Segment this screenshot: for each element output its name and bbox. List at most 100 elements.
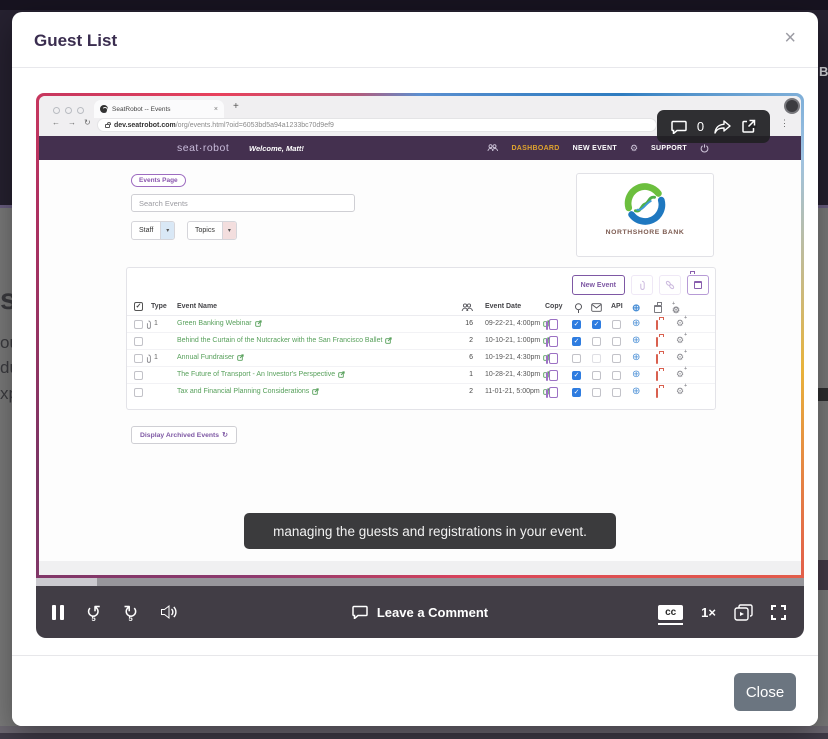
seatrobot-logo: seat·robot bbox=[177, 142, 229, 154]
staff-filter-dropdown: Staff ▾ bbox=[131, 221, 175, 240]
back-icon: ← bbox=[52, 118, 60, 127]
chevron-down-icon: ▾ bbox=[222, 222, 236, 239]
modal-header: Guest List × bbox=[12, 12, 818, 68]
guest-count: 2 bbox=[455, 337, 473, 344]
modal-title: Guest List bbox=[34, 31, 117, 51]
open-external-icon[interactable] bbox=[741, 119, 756, 134]
guest-count: 6 bbox=[455, 354, 473, 361]
reload-icon: ↻ bbox=[84, 118, 91, 127]
topics-filter-dropdown: Topics ▾ bbox=[187, 221, 237, 240]
col-api: API bbox=[611, 303, 623, 310]
address-bar: dev.seatrobot.com/org/events.html?oid=60… bbox=[97, 118, 657, 132]
leave-comment-button[interactable]: Leave a Comment bbox=[377, 605, 488, 620]
copy-icon bbox=[546, 338, 548, 347]
nav-new-event: NEW EVENT bbox=[573, 145, 617, 152]
publish-checkbox bbox=[572, 354, 581, 363]
backdrop-fragment-block bbox=[818, 560, 828, 590]
forward-icon: → bbox=[68, 118, 76, 127]
power-icon bbox=[700, 144, 709, 153]
pip-button[interactable] bbox=[734, 604, 753, 621]
trash-icon bbox=[656, 388, 658, 398]
event-date: 10-28-21, 4:30pm bbox=[485, 371, 550, 378]
row-checkbox bbox=[134, 388, 143, 397]
row-checkbox bbox=[134, 371, 143, 380]
video-caption: managing the guests and registrations in… bbox=[244, 513, 616, 549]
new-tab-icon: + bbox=[233, 101, 239, 112]
table-row: The Future of Transport - An Investor's … bbox=[127, 367, 715, 384]
fullscreen-button[interactable] bbox=[771, 605, 786, 620]
guest-count: 1 bbox=[455, 371, 473, 378]
close-button[interactable]: Close bbox=[734, 673, 796, 711]
tab-close-icon: × bbox=[214, 106, 218, 113]
publish-checkbox bbox=[572, 371, 581, 380]
event-date: 10-10-21, 1:00pm bbox=[485, 337, 550, 344]
table-row: 1 Green Banking Webinar 16 09-22-21, 4:0… bbox=[127, 316, 715, 333]
modal-close-icon[interactable]: × bbox=[784, 28, 796, 48]
northshore-bank-logo bbox=[622, 181, 668, 227]
api-checkbox bbox=[612, 354, 621, 363]
comment-bubble-icon[interactable] bbox=[671, 120, 687, 134]
paperclip-icon bbox=[145, 354, 152, 364]
video-control-bar: ↺5 ↻5 Leave a Comment cc 1× bbox=[36, 586, 804, 638]
display-archived-events-button: Display Archived Events ↻ bbox=[131, 426, 237, 444]
playback-speed-button[interactable]: 1× bbox=[701, 605, 716, 620]
chevron-down-icon: ▾ bbox=[160, 222, 174, 239]
video-social-overlay: 0 bbox=[657, 110, 770, 143]
video-seekbar[interactable] bbox=[36, 578, 804, 586]
backdrop-text-fragment: B bbox=[819, 64, 828, 79]
gear-plus-icon: ⚙+ bbox=[676, 352, 684, 362]
copy-icon bbox=[546, 389, 548, 398]
email-checkbox bbox=[592, 320, 601, 329]
video-gradient-frame: SeatRobot -- Events × + ← → ↻ dev.seatro… bbox=[36, 93, 804, 578]
row-checkbox bbox=[134, 320, 143, 329]
refresh-icon: ↻ bbox=[222, 431, 228, 439]
copy-icon bbox=[546, 372, 548, 381]
browser-menu-icon: ⋮ bbox=[780, 118, 789, 129]
seatrobot-favicon bbox=[100, 105, 108, 113]
new-event-button: New Event bbox=[572, 275, 625, 295]
lock-icon bbox=[105, 124, 110, 128]
table-row: Tax and Financial Planning Consideration… bbox=[127, 384, 715, 401]
event-name-link: Green Banking Webinar bbox=[177, 320, 262, 327]
api-checkbox bbox=[612, 320, 621, 329]
sponsor-name: NORTHSHORE BANK bbox=[577, 229, 713, 236]
traffic-light-dots bbox=[53, 107, 84, 114]
screencast-corner-dot bbox=[786, 100, 798, 112]
paperclip-icon bbox=[145, 320, 152, 330]
col-type: Type bbox=[151, 303, 167, 310]
seekbar-played bbox=[36, 578, 97, 586]
video-screen[interactable]: SeatRobot -- Events × + ← → ↻ dev.seatro… bbox=[39, 96, 801, 575]
trash-icon bbox=[654, 305, 662, 313]
browser-nav-buttons: ← → ↻ bbox=[52, 118, 91, 127]
video-player: SeatRobot -- Events × + ← → ↻ dev.seatro… bbox=[36, 93, 804, 638]
email-checkbox bbox=[592, 388, 601, 397]
backdrop-fragment-block bbox=[818, 388, 828, 401]
email-icon bbox=[591, 303, 602, 312]
email-checkbox bbox=[592, 354, 601, 363]
gear-plus-icon: ⚙+ bbox=[676, 386, 684, 396]
event-name-link: Annual Fundraiser bbox=[177, 354, 244, 361]
events-page-badge: Events Page bbox=[131, 174, 186, 187]
url-text: dev.seatrobot.com/org/events.html?oid=60… bbox=[114, 122, 334, 129]
event-date: 11-01-21, 5:00pm bbox=[485, 388, 550, 395]
nav-support: SUPPORT bbox=[651, 145, 687, 152]
comment-bubble-icon[interactable] bbox=[352, 605, 368, 619]
table-row: 1 Annual Fundraiser 6 10-19-21, 4:30pm ⊕… bbox=[127, 350, 715, 367]
email-checkbox bbox=[592, 337, 601, 346]
captions-toggle[interactable]: cc bbox=[658, 605, 683, 620]
browser-tab: SeatRobot -- Events × bbox=[94, 100, 224, 118]
trash-icon bbox=[656, 354, 658, 364]
col-event-name: Event Name bbox=[177, 303, 217, 310]
backdrop-bottom-strip bbox=[0, 733, 828, 739]
globe-icon: ⊕ bbox=[632, 319, 640, 329]
api-checkbox bbox=[612, 337, 621, 346]
globe-icon: ⊕ bbox=[632, 304, 640, 314]
tab-title: SeatRobot -- Events bbox=[112, 106, 210, 113]
share-icon[interactable] bbox=[714, 120, 731, 134]
search-events-input bbox=[131, 194, 355, 212]
gear-plus-icon: ⚙+ bbox=[676, 335, 684, 345]
guest-count: 2 bbox=[455, 388, 473, 395]
col-event-date: Event Date bbox=[485, 303, 521, 310]
globe-icon: ⊕ bbox=[632, 387, 640, 397]
trash-icon bbox=[656, 320, 658, 330]
